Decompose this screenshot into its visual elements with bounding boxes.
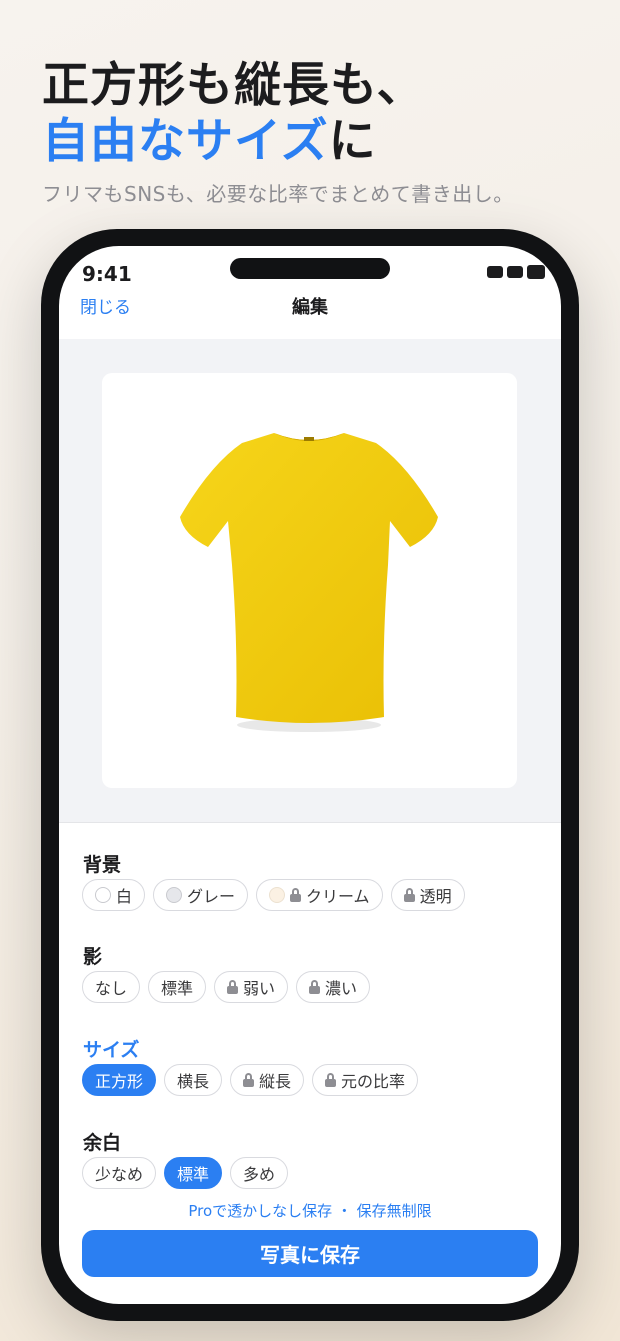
chip-size-square[interactable]: 正方形 [82, 1064, 157, 1096]
white-swatch-icon [95, 887, 111, 903]
chip-background-cream[interactable]: クリーム [256, 879, 383, 911]
chip-margin-large[interactable]: 多め [230, 1157, 289, 1189]
chip-background-white[interactable]: 白 [82, 879, 146, 911]
phone-frame: 9:41 閉じる 編集 背景 白 グレー クリーム 透明 影 なし 標準 弱い … [41, 229, 579, 1321]
tshirt-image [180, 433, 438, 732]
background-options: 白 グレー クリーム 透明 [82, 879, 465, 911]
status-icons [487, 265, 545, 279]
save-photo-button[interactable]: 写真に保存 [82, 1230, 538, 1277]
lock-icon [325, 1073, 337, 1087]
margin-section-label: 余白 [83, 1132, 122, 1154]
cream-swatch-icon [269, 887, 286, 903]
chip-label: 正方形 [95, 1072, 144, 1091]
lock-icon [290, 888, 302, 902]
chip-shadow-none[interactable]: なし [82, 971, 141, 1003]
chip-label: 白 [116, 887, 133, 906]
chip-label: 標準 [177, 1165, 210, 1184]
size-options: 正方形 横長 縦長 元の比率 [82, 1064, 419, 1096]
promo-headline-accent: 自由なサイズ [42, 114, 329, 169]
chip-margin-small[interactable]: 少なめ [82, 1157, 157, 1189]
lock-icon [309, 980, 321, 994]
preview-area [59, 339, 561, 823]
chip-label: 濃い [325, 979, 358, 998]
dynamic-island [230, 258, 390, 279]
lock-icon [243, 1073, 255, 1087]
promo-headline-line1: 正方形も縦長も、 [42, 58, 425, 113]
lock-icon [227, 980, 239, 994]
chip-label: 透明 [419, 887, 452, 906]
chip-label: 少なめ [95, 1165, 144, 1184]
chip-background-gray[interactable]: グレー [153, 879, 249, 911]
nav-title: 編集 [292, 297, 328, 318]
chip-label: なし [95, 979, 128, 998]
chip-label: 元の比率 [341, 1072, 406, 1091]
promo-subtitle: フリマもSNSも、必要な比率でまとめて書き出し。 [42, 182, 514, 206]
size-section-label: サイズ [83, 1039, 140, 1061]
shadow-section-label: 影 [83, 946, 103, 968]
preview-card [102, 373, 517, 788]
chip-size-original[interactable]: 元の比率 [312, 1064, 419, 1096]
promo-header: 正方形も縦長も、 自由なサイズに フリマもSNSも、必要な比率でまとめて書き出し… [42, 58, 602, 207]
promo-headline-tail: に [328, 114, 377, 169]
chip-shadow-strong[interactable]: 濃い [296, 971, 371, 1003]
chip-label: クリーム [306, 887, 370, 906]
wifi-icon [507, 266, 523, 278]
chip-shadow-weak[interactable]: 弱い [214, 971, 289, 1003]
margin-options: 少なめ 標準 多め [82, 1157, 289, 1189]
chip-label: 多め [243, 1165, 276, 1184]
chip-background-transparent[interactable]: 透明 [390, 879, 465, 911]
signal-icon [487, 266, 503, 278]
chip-label: 標準 [161, 979, 194, 998]
gray-swatch-icon [166, 887, 183, 903]
chip-shadow-standard[interactable]: 標準 [148, 971, 207, 1003]
chip-label: 弱い [243, 979, 276, 998]
background-section-label: 背景 [83, 854, 122, 876]
pro-upsell-link[interactable]: Proで透かしなし保存 ・ 保存無制限 [59, 1200, 561, 1221]
chip-size-portrait[interactable]: 縦長 [230, 1064, 305, 1096]
battery-icon [527, 265, 545, 279]
chip-margin-standard[interactable]: 標準 [164, 1157, 223, 1189]
status-time: 9:41 [82, 262, 132, 286]
chip-label: 縦長 [259, 1072, 292, 1091]
shadow-options: なし 標準 弱い 濃い [82, 971, 371, 1003]
chip-size-landscape[interactable]: 横長 [164, 1064, 223, 1096]
lock-icon [403, 888, 415, 902]
chip-label: 横長 [177, 1072, 210, 1091]
phone-screen: 9:41 閉じる 編集 背景 白 グレー クリーム 透明 影 なし 標準 弱い … [59, 246, 561, 1304]
chip-label: グレー [187, 887, 236, 906]
promo-headline-line2: 自由なサイズに [42, 114, 602, 170]
